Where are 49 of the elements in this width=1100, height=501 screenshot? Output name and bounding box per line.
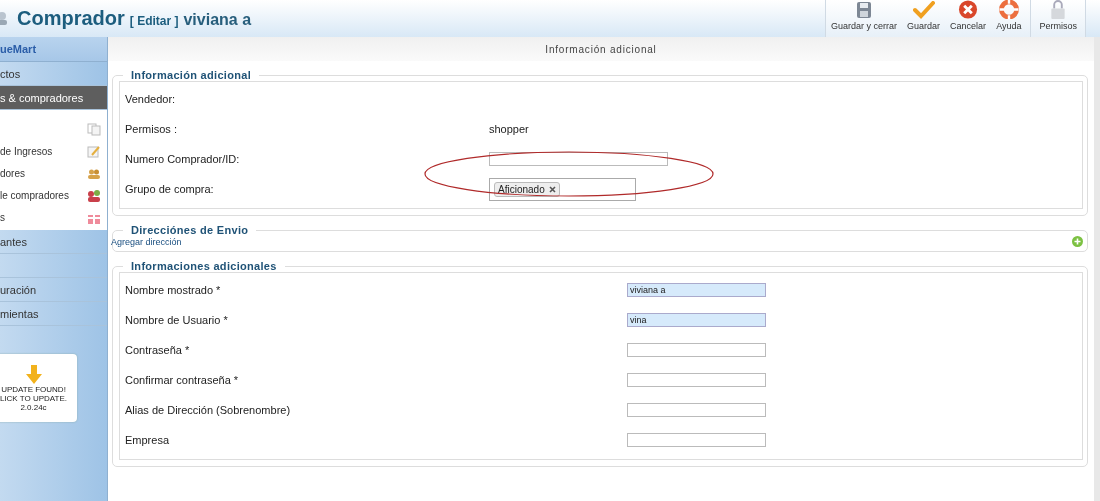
- add-address-link[interactable]: Agregar dirección: [111, 236, 182, 247]
- field-label: Numero Comprador/ID:: [124, 153, 241, 165]
- field-label: Vendedor:: [124, 93, 177, 105]
- help-button[interactable]: Ayuda: [991, 0, 1027, 37]
- field-label: Contraseña *: [124, 344, 191, 356]
- lifebuoy-icon: [997, 0, 1020, 19]
- field-label: Grupo de compra:: [124, 183, 215, 195]
- cancel-icon: [958, 0, 979, 19]
- checkmark-icon: [912, 1, 935, 19]
- tag-field[interactable]: Aficionado: [489, 177, 636, 201]
- field-label: Empresa: [124, 434, 171, 446]
- submenu-item[interactable]: de Ingresos: [0, 140, 107, 162]
- input-field[interactable]: [627, 343, 766, 357]
- save-close-button[interactable]: Guardar y cerrar: [826, 0, 903, 37]
- remove-icon[interactable]: [548, 185, 556, 193]
- section-heading: Información adicional: [108, 37, 1094, 61]
- input-field[interactable]: [627, 373, 766, 387]
- field-label: Confirmar contraseña *: [124, 374, 240, 386]
- edit-label: [ Editar ]: [129, 14, 179, 28]
- input-field[interactable]: viviana a: [627, 283, 766, 297]
- input-field[interactable]: [627, 433, 766, 447]
- cancel-button[interactable]: Cancelar: [945, 0, 992, 37]
- field-label: Alias de Dirección (Sobrenombre): [124, 404, 292, 416]
- sidebar-item[interactable]: mientas: [0, 302, 107, 326]
- input-field[interactable]: [627, 403, 766, 417]
- arrow-down-icon: [25, 364, 42, 385]
- sidebar-item[interactable]: uración: [0, 278, 107, 302]
- logo: ueMart: [0, 37, 107, 62]
- fieldset-legend: Direcciónes de Envio: [123, 224, 257, 236]
- people-icon: [87, 188, 101, 202]
- sidebar-item[interactable]: antes: [0, 230, 107, 254]
- save-button[interactable]: Guardar: [902, 0, 946, 37]
- page-title: Comprador: [17, 7, 125, 30]
- submenu-item[interactable]: s: [0, 206, 107, 228]
- add-icon[interactable]: [1072, 236, 1083, 247]
- fieldset-legend: Información adicional: [123, 69, 259, 81]
- customer-name: viviana a: [183, 11, 252, 29]
- sidebar-item[interactable]: s & compradores: [0, 86, 107, 110]
- field-label: Nombre de Usuario *: [124, 314, 229, 326]
- submenu-item[interactable]: dores: [0, 162, 107, 184]
- update-notice[interactable]: UPDATE FOUND! LICK TO UPDATE. 2.0.24c: [0, 354, 77, 422]
- copy-icon: [87, 122, 101, 136]
- fieldset-legend: Informaciones adicionales: [123, 260, 285, 272]
- submenu-item[interactable]: le compradores: [0, 184, 107, 206]
- field-label: Permisos :: [124, 123, 178, 135]
- input-field[interactable]: vina: [627, 313, 766, 327]
- field-value: shopper: [489, 123, 529, 135]
- pencil-icon: [87, 144, 101, 158]
- field-label: Nombre mostrado *: [124, 284, 222, 296]
